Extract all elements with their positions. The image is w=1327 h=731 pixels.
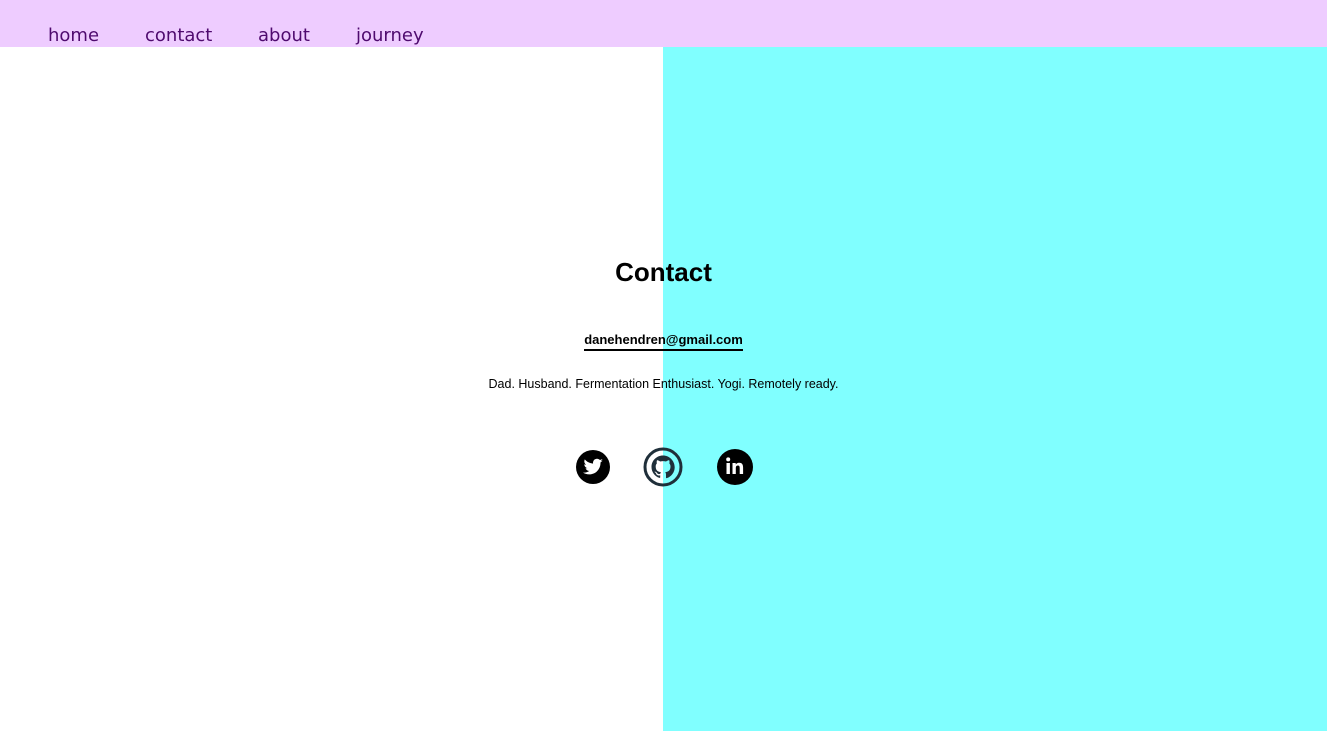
email-link[interactable]: danehendren@gmail.com [584,332,743,351]
page: home contact about journey Contact daneh… [0,0,1327,731]
github-icon [643,447,683,487]
nav-link-contact[interactable]: contact [145,24,212,48]
email-container: danehendren@gmail.com [0,331,1327,351]
nav-link-home[interactable]: home [48,24,99,48]
twitter-link[interactable] [573,447,613,487]
github-link[interactable] [643,447,683,487]
nav-link-journey[interactable]: journey [356,24,424,48]
linkedin-icon [715,447,755,487]
page-title: Contact [615,257,712,287]
tagline: Dad. Husband. Fermentation Enthusiast. Y… [488,377,839,391]
nav-link-about[interactable]: about [258,24,310,48]
twitter-icon [573,447,613,487]
linkedin-link[interactable] [715,447,755,487]
contact-section: Contact danehendren@gmail.com Dad. Husba… [0,0,1327,731]
top-nav: home contact about journey [0,0,1327,47]
